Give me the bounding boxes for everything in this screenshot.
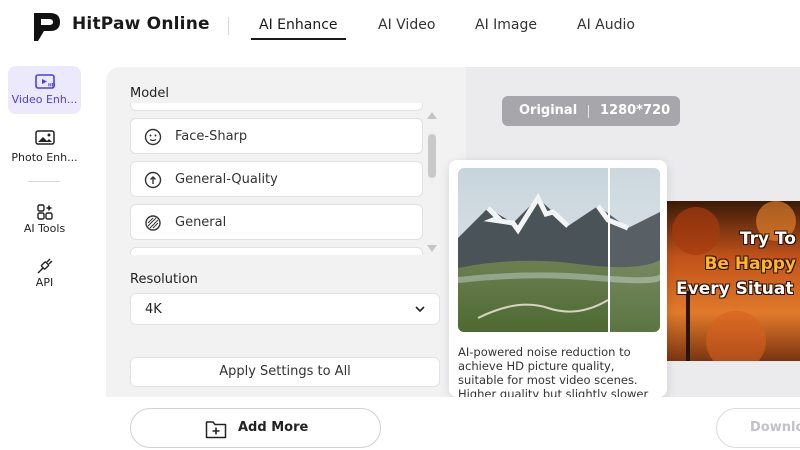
add-folder-icon <box>205 421 227 439</box>
bottom-bar <box>0 397 800 450</box>
sidebar-item-label: AI Tools <box>23 222 66 235</box>
photo-hd-icon <box>34 130 55 145</box>
tab-ai-video[interactable]: AI Video <box>378 17 435 33</box>
svg-text:HD: HD <box>48 83 55 89</box>
sidebar-item-label: API <box>35 276 54 289</box>
scroll-up-arrow[interactable] <box>427 112 437 119</box>
model-option-label: General <box>175 215 227 230</box>
model-tooltip-card: AI-powered noise reduction to achieve HD… <box>449 160 667 397</box>
badge-original-label: Original <box>519 103 578 118</box>
resolution-label: Resolution <box>130 272 198 287</box>
sidebar-item-api[interactable]: API <box>8 256 81 292</box>
model-list-top-edge <box>130 103 423 111</box>
video-hd-icon: HD <box>34 74 55 89</box>
sidebar-item-photo-enhancer[interactable]: Photo Enh... <box>8 124 81 172</box>
nav-divider <box>228 17 229 35</box>
hitpaw-logo-icon[interactable] <box>30 10 64 44</box>
model-option-face-sharp[interactable]: Face-Sharp <box>130 118 423 154</box>
tab-ai-image[interactable]: AI Image <box>475 17 537 33</box>
video-thumbnail[interactable]: Try To Be Happy Every Situat <box>666 201 800 361</box>
add-more-label: Add More <box>238 420 309 435</box>
apply-settings-to-all-button[interactable]: Apply Settings to All <box>130 357 440 387</box>
face-sharp-icon <box>144 128 162 146</box>
model-option-partial[interactable] <box>130 247 423 255</box>
download-label: Downlo <box>750 420 800 435</box>
model-option-general-quality[interactable]: General-Quality <box>130 161 423 197</box>
sidebar-item-label: Video Enh... <box>11 93 78 106</box>
sidebar-item-label: Photo Enh... <box>11 151 78 164</box>
resolution-select[interactable]: 4K <box>130 293 440 325</box>
download-button[interactable]: Downlo <box>716 408 800 448</box>
model-label: Model <box>130 86 170 101</box>
model-option-general[interactable]: General <box>130 204 423 240</box>
thumbnail-text-line: Try To <box>739 229 796 249</box>
add-more-button[interactable]: Add More <box>130 408 381 448</box>
ai-tools-icon <box>36 204 53 220</box>
model-list-scrollbar[interactable] <box>428 134 436 178</box>
badge-divider <box>588 105 589 118</box>
before-after-preview-image <box>458 168 660 332</box>
model-option-label: Face-Sharp <box>175 129 248 144</box>
sidebar-item-ai-tools[interactable]: AI Tools <box>8 200 81 240</box>
general-icon <box>145 215 161 231</box>
sidebar-item-video-enhancer[interactable]: HD Video Enh... <box>8 66 81 114</box>
brand-name[interactable]: HitPaw Online <box>72 14 210 34</box>
original-resolution-badge: Original 1280*720 <box>502 96 680 126</box>
resolution-value: 4K <box>145 302 162 317</box>
scroll-down-arrow[interactable] <box>427 245 437 252</box>
active-tab-underline <box>251 38 346 40</box>
top-bar: HitPaw Online AI Enhance AI Video AI Ima… <box>0 0 800 52</box>
tab-ai-audio[interactable]: AI Audio <box>577 17 635 33</box>
chevron-down-icon <box>415 306 425 313</box>
badge-resolution-value: 1280*720 <box>600 103 671 118</box>
general-quality-icon <box>144 171 162 189</box>
api-plug-icon <box>36 258 52 274</box>
model-description: AI-powered noise reduction to achieve HD… <box>458 345 649 397</box>
thumbnail-text-line: Every Situat <box>676 279 794 299</box>
tab-ai-enhance[interactable]: AI Enhance <box>259 17 338 33</box>
sidebar-divider <box>28 181 60 182</box>
thumbnail-text-line: Be Happy <box>704 254 796 274</box>
model-option-label: General-Quality <box>175 172 278 187</box>
